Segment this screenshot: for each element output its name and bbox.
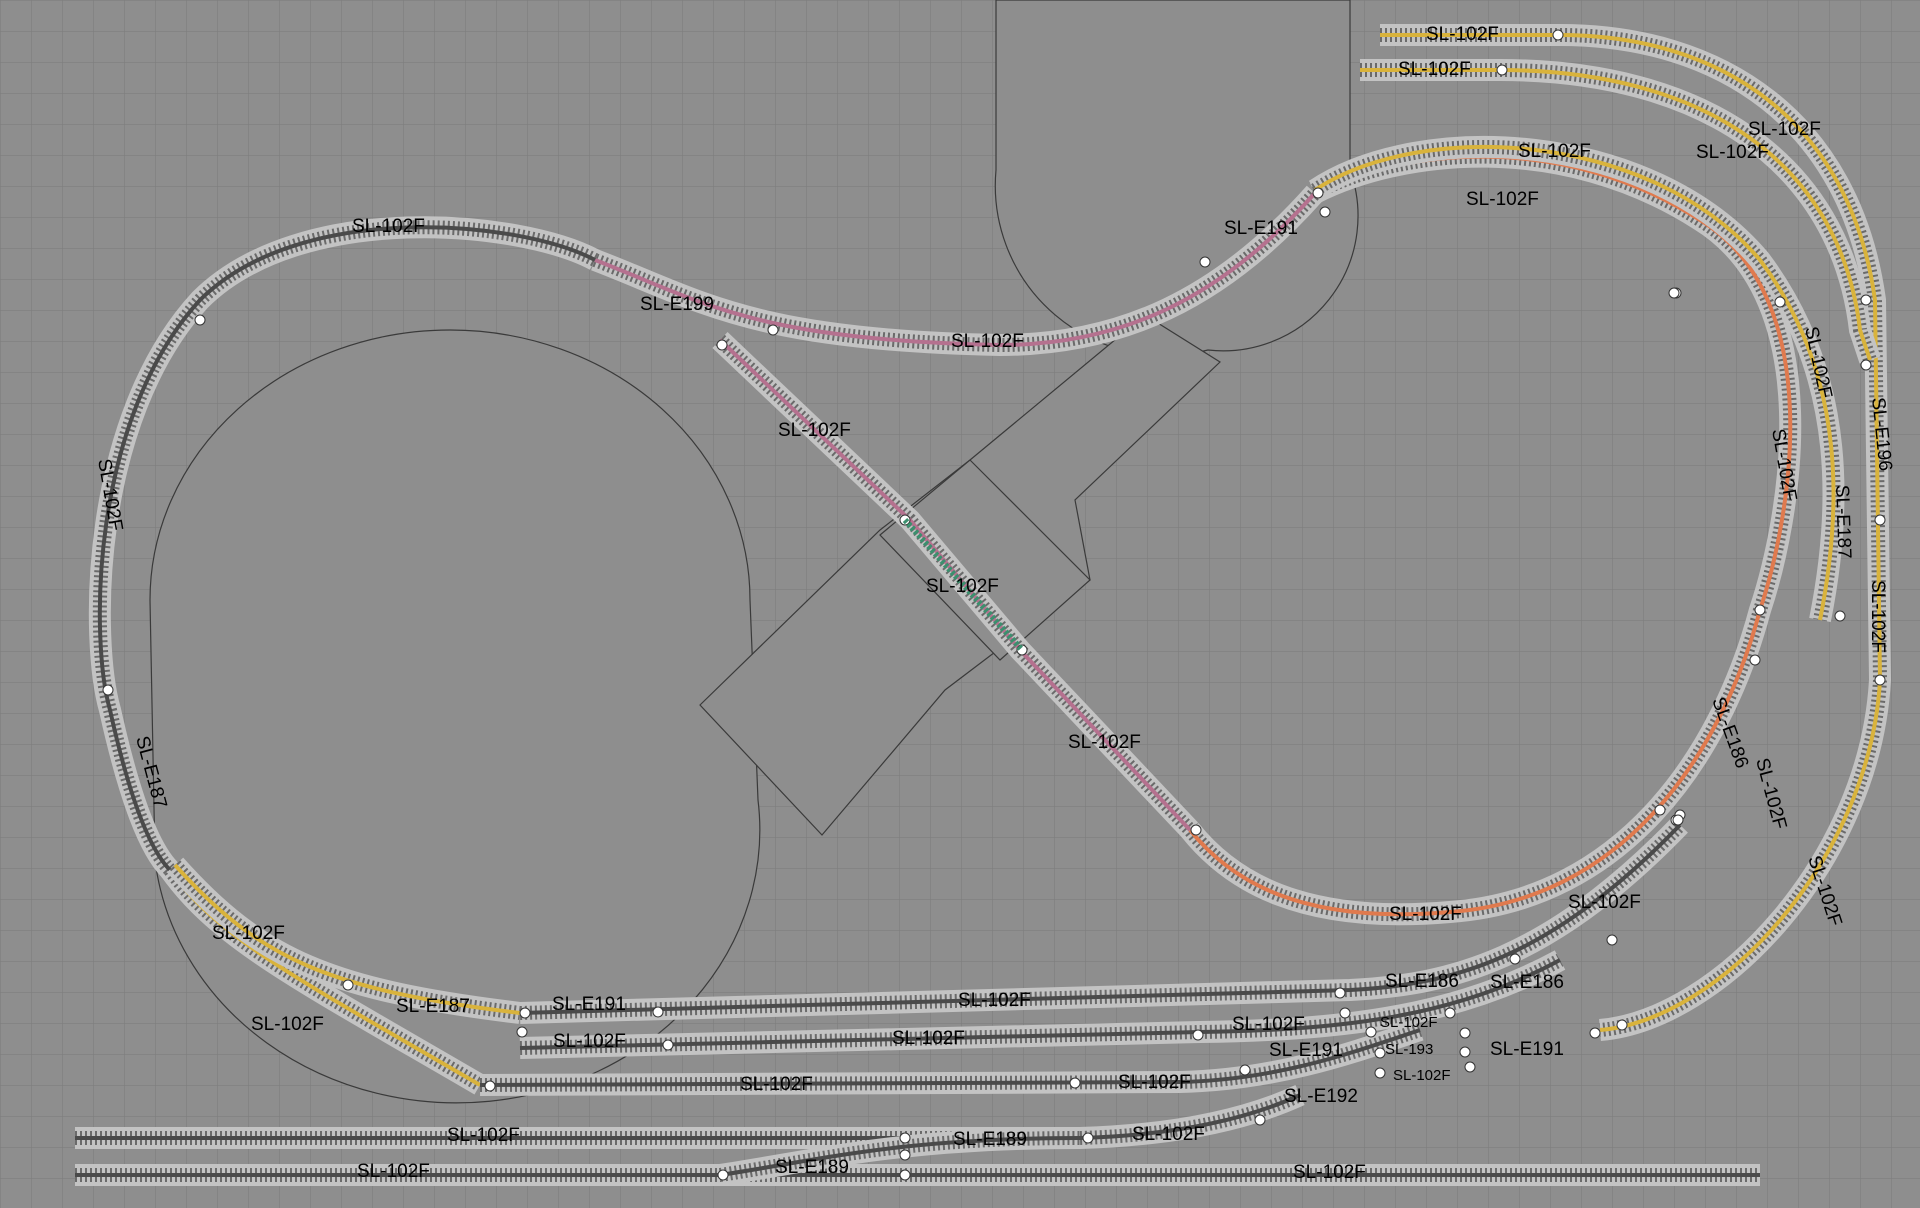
track-label[interactable]: SL-102F bbox=[1867, 580, 1888, 653]
track-label[interactable]: SL-E187 bbox=[1831, 484, 1855, 559]
track-joint[interactable] bbox=[1834, 610, 1846, 622]
track-label[interactable]: SL-102F bbox=[1466, 189, 1539, 210]
track-label[interactable]: SL-E191 bbox=[1269, 1040, 1343, 1061]
track-joint[interactable] bbox=[899, 1169, 911, 1181]
track-joint[interactable] bbox=[516, 1026, 528, 1038]
track-label[interactable]: SL-102F bbox=[778, 420, 851, 441]
track-label[interactable]: SL-102F bbox=[1696, 142, 1769, 163]
track-label[interactable]: SL-102F bbox=[951, 331, 1024, 352]
track-joint[interactable] bbox=[1589, 1027, 1601, 1039]
track-joint[interactable] bbox=[1749, 654, 1761, 666]
track-label[interactable]: SL-102F bbox=[1398, 59, 1471, 80]
track-joint[interactable] bbox=[1199, 256, 1211, 268]
track-joint[interactable] bbox=[717, 1169, 729, 1181]
track-joint[interactable] bbox=[1459, 1046, 1471, 1058]
track-joint[interactable] bbox=[1319, 206, 1331, 218]
track-joint[interactable] bbox=[899, 1149, 911, 1161]
track-joint[interactable] bbox=[1374, 1047, 1386, 1059]
track-label[interactable]: SL-102F bbox=[251, 1014, 324, 1035]
track-label[interactable]: SL-102F bbox=[1232, 1014, 1305, 1035]
track-label[interactable]: SL-E186 bbox=[1385, 971, 1459, 992]
track-label[interactable]: SL-102F bbox=[1380, 1014, 1438, 1031]
track-joint[interactable] bbox=[102, 684, 114, 696]
track-label[interactable]: SL-102F bbox=[926, 576, 999, 597]
track-joint[interactable] bbox=[767, 324, 779, 336]
track-joint[interactable] bbox=[1239, 1064, 1251, 1076]
track-label[interactable]: SL-102F bbox=[1748, 119, 1821, 140]
track-joint[interactable] bbox=[1754, 604, 1766, 616]
track-label[interactable]: SL-102F bbox=[1393, 1067, 1451, 1084]
track-label[interactable]: SL-E199 bbox=[640, 294, 714, 315]
track-joint[interactable] bbox=[1444, 1007, 1456, 1019]
track-label[interactable]: SL-E189 bbox=[775, 1157, 849, 1178]
track-joint[interactable] bbox=[1860, 294, 1872, 306]
track-label[interactable]: SL-E187 bbox=[396, 996, 470, 1017]
track-joint[interactable] bbox=[1654, 804, 1666, 816]
track-joint[interactable] bbox=[1254, 1114, 1266, 1126]
track-joint[interactable] bbox=[1509, 953, 1521, 965]
track-joint[interactable] bbox=[716, 339, 728, 351]
track-label[interactable]: SL-E189 bbox=[953, 1129, 1027, 1150]
track-label[interactable]: SL-102F bbox=[212, 923, 285, 944]
track-joint[interactable] bbox=[1860, 359, 1872, 371]
track-label[interactable]: SL-102F bbox=[352, 216, 425, 237]
track-label[interactable]: SL-102F bbox=[958, 990, 1031, 1011]
track-joint[interactable] bbox=[194, 314, 206, 326]
track-label[interactable]: SL-102F bbox=[892, 1028, 965, 1049]
track-joint[interactable] bbox=[1365, 1026, 1377, 1038]
track-joint[interactable] bbox=[662, 1039, 674, 1051]
track-joint[interactable] bbox=[1668, 287, 1680, 299]
track-label[interactable]: SL-102F bbox=[1068, 732, 1141, 753]
track-label[interactable]: SL-102F bbox=[357, 1161, 430, 1182]
track-label[interactable]: SL-102F bbox=[740, 1074, 813, 1095]
left-oval-platform-outline bbox=[149, 329, 761, 1104]
track-joint[interactable] bbox=[519, 1007, 531, 1019]
track-joint[interactable] bbox=[1606, 934, 1618, 946]
track-joint[interactable] bbox=[1616, 1019, 1628, 1031]
track-joint[interactable] bbox=[1874, 674, 1886, 686]
track-joint[interactable] bbox=[484, 1080, 496, 1092]
track-joint[interactable] bbox=[1774, 296, 1786, 308]
track-joint[interactable] bbox=[1672, 814, 1684, 826]
track-layout-canvas[interactable]: SL-102F SL-102F SL-102F SL-102F SL-102F … bbox=[0, 0, 1920, 1208]
track-joint[interactable] bbox=[1874, 514, 1886, 526]
track-label[interactable]: SL-102F bbox=[1293, 1162, 1366, 1183]
track-joint[interactable] bbox=[1552, 29, 1564, 41]
track-joint[interactable] bbox=[1459, 1027, 1471, 1039]
track-joint[interactable] bbox=[1312, 187, 1324, 199]
track-label[interactable]: SL-E191 bbox=[1224, 218, 1298, 239]
track-label[interactable]: SL-E192 bbox=[1284, 1086, 1358, 1107]
track-label[interactable]: SL-102F bbox=[1389, 904, 1462, 925]
track-joint[interactable] bbox=[1374, 1067, 1386, 1079]
track-label[interactable]: SL-102F bbox=[1568, 892, 1641, 913]
track-label[interactable]: SL-E191 bbox=[1490, 1039, 1564, 1060]
track-joint[interactable] bbox=[1496, 64, 1508, 76]
track-label[interactable]: SL-E191 bbox=[552, 994, 626, 1015]
track-joint[interactable] bbox=[1192, 1029, 1204, 1041]
track-joint[interactable] bbox=[1339, 1007, 1351, 1019]
track-joint[interactable] bbox=[1190, 824, 1202, 836]
track-joint[interactable] bbox=[342, 979, 354, 991]
track-label[interactable]: SL-102F bbox=[553, 1031, 626, 1052]
track-joint[interactable] bbox=[1069, 1077, 1081, 1089]
track-label[interactable]: SL-102F bbox=[1132, 1124, 1205, 1145]
track-label[interactable]: SL-E186 bbox=[1490, 972, 1564, 993]
track-label[interactable]: SL-102F bbox=[447, 1125, 520, 1146]
track-label[interactable]: SL-193 bbox=[1385, 1041, 1433, 1058]
track-joint[interactable] bbox=[1334, 987, 1346, 999]
track-label[interactable]: SL-102F bbox=[1426, 24, 1499, 45]
track-label[interactable]: SL-102F bbox=[1518, 141, 1591, 162]
track-label[interactable]: SL-102F bbox=[1118, 1072, 1191, 1093]
track-joint[interactable] bbox=[899, 1132, 911, 1144]
track-joint[interactable] bbox=[1082, 1132, 1094, 1144]
track-joint[interactable] bbox=[1464, 1061, 1476, 1073]
track-joint[interactable] bbox=[652, 1006, 664, 1018]
